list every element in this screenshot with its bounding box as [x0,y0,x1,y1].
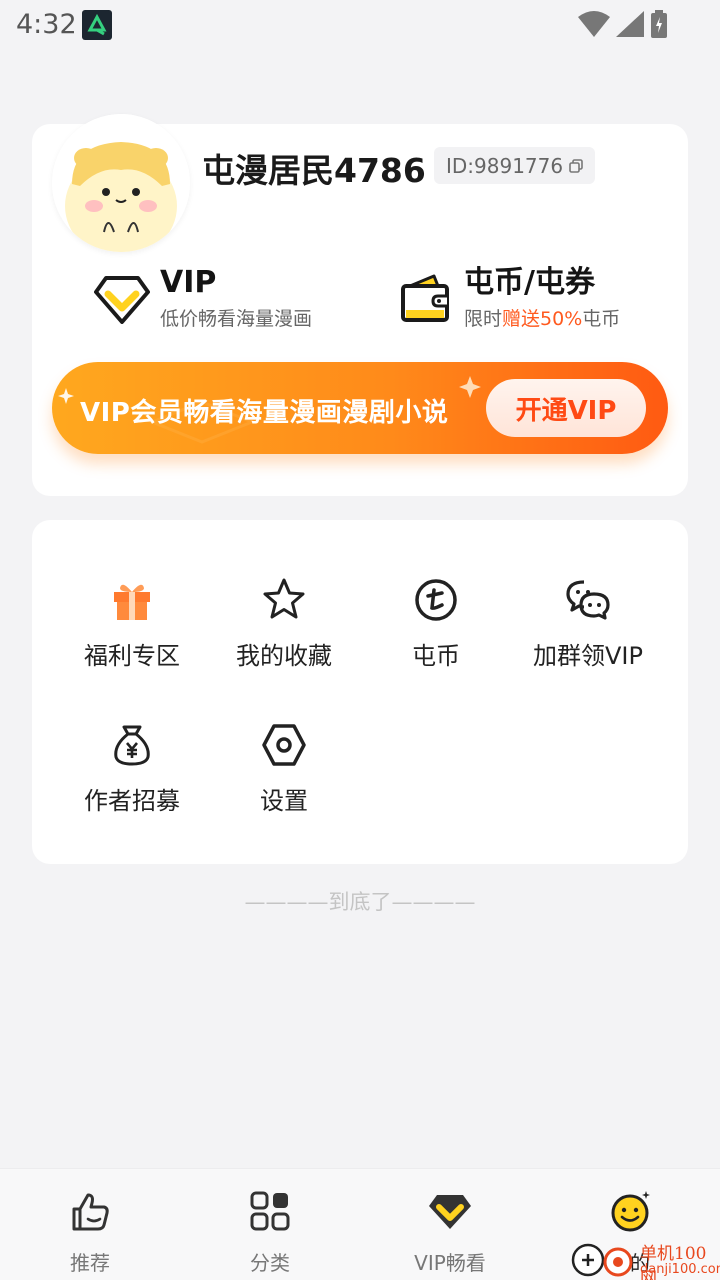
menu-item-author-recruit[interactable]: 作者招募 [57,721,207,816]
menu-item-label: 我的收藏 [236,642,332,670]
menu-item-label: 屯币 [412,642,460,670]
vip-diamond-icon [94,275,150,324]
user-id-badge[interactable]: ID:9891776 [434,147,596,184]
user-id-text: ID:9891776 [446,153,564,178]
menu-item-label: 作者招募 [84,787,180,815]
menu-item-join-group[interactable]: 加群领VIP [513,576,663,671]
menu-item-label: 加群领VIP [533,642,643,670]
status-icons [578,10,668,38]
coin-sub-highlight: 赠送50% [502,308,583,330]
signal-icon [616,11,644,37]
money-bag-icon [114,725,150,766]
menu-item-welfare[interactable]: 福利专区 [57,576,207,671]
wechat-icon [566,580,610,620]
gift-icon [114,584,150,620]
tab-label: 分类 [250,1251,290,1275]
wifi-icon [578,11,610,37]
app-notification-icon [82,10,112,40]
grid-icon [250,1191,290,1231]
settings-hexagon-icon [262,724,306,766]
watermark-url: danji100.com [640,1262,720,1277]
status-bar: 4:32 [0,0,720,50]
tab-category[interactable]: 分类 [200,1189,340,1276]
copy-icon[interactable] [569,158,583,173]
status-time: 4:32 [16,9,77,40]
wallet-icon [401,274,449,322]
menu-item-label: 设置 [260,787,308,815]
vip-perk-title: VIP [160,265,217,300]
star-icon [263,578,305,619]
end-of-list-note: ————到底了———— [244,890,476,914]
vip-perk-subtitle: 低价畅看海量漫画 [160,308,313,330]
coin-sub-prefix: 限时 [464,308,503,330]
avatar[interactable] [52,114,190,252]
vip-banner-text: VIP会员畅看海量漫画漫剧小说 [80,398,449,428]
coin-icon [415,579,457,621]
vip-diamond-icon [429,1195,471,1229]
vip-banner[interactable]: VIP会员畅看海量漫画漫剧小说 开通VIP [52,362,668,454]
battery-icon [651,10,667,38]
tab-recommend[interactable]: 推荐 [20,1189,160,1276]
coin-sub-suffix: 屯币 [582,308,621,330]
tab-vip[interactable]: VIP畅看 [380,1189,520,1276]
thumbs-up-icon [72,1193,109,1231]
tab-label: VIP畅看 [414,1251,486,1275]
menu-item-label: 福利专区 [84,642,180,670]
menu-item-settings[interactable]: 设置 [209,721,359,816]
coin-perk-title: 屯币/屯券 [464,265,595,300]
coin-perk[interactable]: 屯币/屯券 限时赠送50%屯币 [400,266,620,331]
open-vip-button[interactable]: 开通VIP [486,379,646,437]
coin-perk-subtitle: 限时赠送50%屯币 [464,304,620,331]
menu-item-favorites[interactable]: 我的收藏 [209,576,359,671]
username: 屯漫居民4786 [202,151,426,190]
smile-icon [611,1191,650,1232]
tab-label: 推荐 [70,1251,110,1275]
menu-item-coins[interactable]: 屯币 [361,576,511,671]
vip-perk[interactable]: VIP 低价畅看海量漫画 [94,266,312,331]
